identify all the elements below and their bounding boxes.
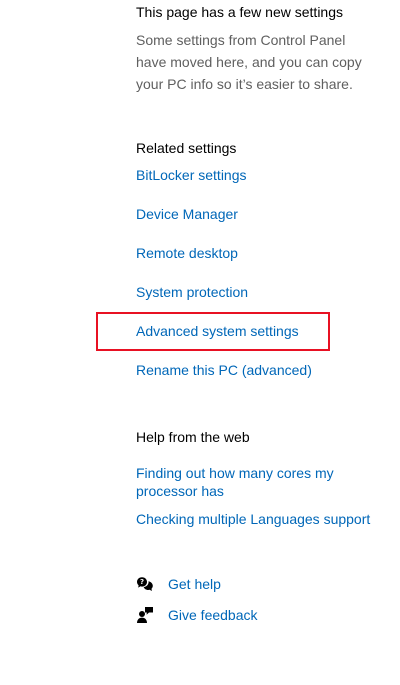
languages-help-link[interactable]: Checking multiple Languages support xyxy=(136,510,370,528)
new-settings-title: This page has a few new settings xyxy=(136,4,344,20)
device-manager-link[interactable]: Device Manager xyxy=(136,205,238,223)
cores-help-link[interactable]: Finding out how many cores my processor … xyxy=(136,464,356,500)
feedback-person-icon xyxy=(136,606,154,624)
remote-desktop-link[interactable]: Remote desktop xyxy=(136,244,238,262)
related-settings-title: Related settings xyxy=(136,140,237,156)
help-web-title: Help from the web xyxy=(136,429,250,445)
get-help-row[interactable]: ? Get help xyxy=(136,575,221,593)
advanced-system-settings-link[interactable]: Advanced system settings xyxy=(136,322,299,340)
give-feedback-row[interactable]: Give feedback xyxy=(136,606,258,624)
new-settings-description: Some settings from Control Panel have mo… xyxy=(136,32,362,92)
give-feedback-label: Give feedback xyxy=(168,607,258,623)
bitlocker-settings-link[interactable]: BitLocker settings xyxy=(136,166,247,184)
get-help-label: Get help xyxy=(168,576,221,592)
system-protection-link[interactable]: System protection xyxy=(136,283,248,301)
rename-pc-link[interactable]: Rename this PC (advanced) xyxy=(136,361,312,379)
svg-text:?: ? xyxy=(140,578,144,586)
chat-help-icon: ? xyxy=(136,575,154,593)
